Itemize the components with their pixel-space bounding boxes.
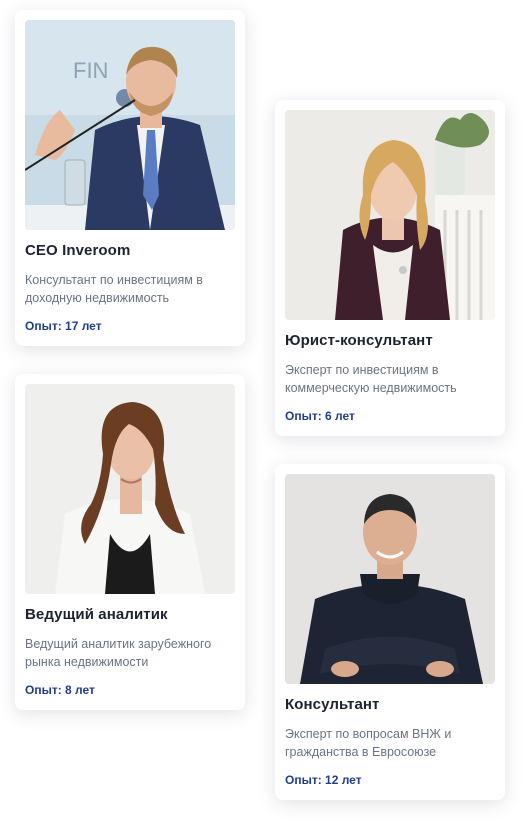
card-description: Эксперт по вопросам ВНЖ и гражданства в … [285, 727, 452, 759]
card-description: Консультант по инвестициям в доходную не… [25, 273, 203, 305]
card-experience: Опыт: 12 лет [285, 773, 362, 787]
team-card-analyst: Ведущий аналитик Ведущий аналитик зарубе… [15, 374, 245, 710]
backdrop-lettering: FIN [73, 58, 108, 83]
card-experience: Опыт: 8 лет [25, 683, 95, 697]
card-title: Консультант [285, 696, 380, 713]
card-experience: Опыт: 6 лет [285, 409, 355, 423]
portrait-photo: FIN [25, 20, 235, 230]
team-card-consultant: Консультант Эксперт по вопросам ВНЖ и гр… [275, 464, 505, 800]
card-description: Ведущий аналитик зарубежного рынка недви… [25, 637, 212, 669]
portrait-photo [285, 110, 495, 320]
card-experience: Опыт: 17 лет [25, 319, 102, 333]
card-description: Эксперт по инвестициям в коммерческую не… [285, 363, 457, 395]
portrait-photo [285, 474, 495, 684]
team-card-lawyer: Юрист-консультант Эксперт по инвестициям… [275, 100, 505, 436]
card-title: CEO Inveroom [25, 242, 131, 259]
portrait-photo [25, 384, 235, 594]
card-title: Ведущий аналитик [25, 606, 168, 623]
team-card-ceo: FIN CEO Inveroom Консультант по инвестиц… [15, 10, 245, 346]
card-title: Юрист-консультант [285, 332, 433, 349]
